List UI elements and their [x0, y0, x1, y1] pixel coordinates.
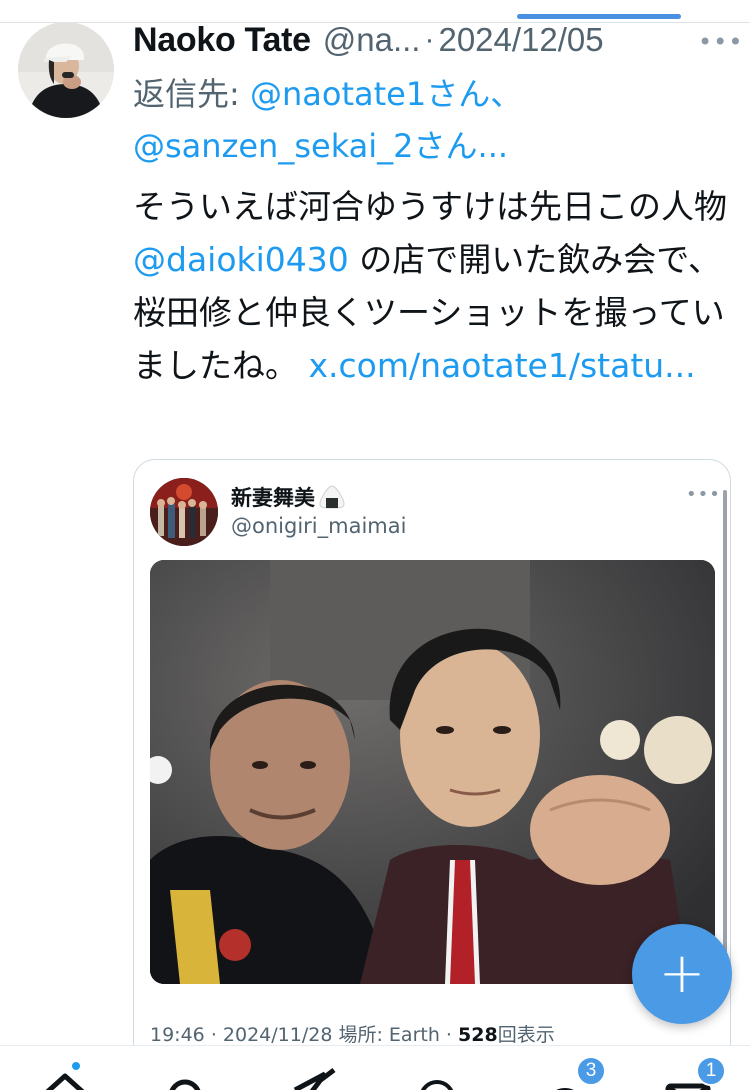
bottom-nav-bar: 3 1 [0, 1045, 750, 1090]
author-avatar[interactable] [18, 22, 114, 118]
messages-badge: 1 [696, 1056, 726, 1086]
tweet-link[interactable]: x.com/naotate1/statu... [309, 346, 696, 385]
quoted-author-avatar[interactable] [150, 478, 218, 546]
author-display-name[interactable]: Naoko Tate [133, 21, 311, 60]
quoted-photo[interactable] [150, 560, 715, 984]
tweet-mention[interactable]: @daioki0430 [133, 240, 349, 279]
location-value: Earth [388, 1024, 440, 1046]
quoted-time: 19:46 [150, 1024, 205, 1046]
view-count: 528 [458, 1024, 498, 1046]
nav-home[interactable] [40, 1060, 100, 1090]
home-dot [70, 1060, 82, 1072]
spaces-icon [420, 1080, 454, 1090]
more-dots-icon[interactable]: ••• [698, 28, 743, 56]
quoted-author-name: 新妻舞美 [231, 486, 315, 510]
quoted-more-dots-icon[interactable]: ••• [686, 484, 721, 505]
nav-grok[interactable] [290, 1064, 350, 1090]
tweet-text: そういえば河合ゆうすけは先日この人物 @daioki0430 の店で開いた飲み会… [133, 180, 733, 392]
scrollbar[interactable] [723, 490, 727, 990]
author-handle[interactable]: @na... [323, 21, 421, 59]
reply-mention-1[interactable]: @naotate1 [250, 75, 426, 113]
avatar-image [18, 22, 114, 118]
header-separator: · [424, 23, 435, 56]
location-label: 場所: [338, 1024, 383, 1046]
search-icon [169, 1079, 201, 1090]
onigiri-icon [319, 485, 345, 509]
home-icon [45, 1073, 85, 1090]
quoted-author-name-row[interactable]: 新妻舞美 [231, 482, 345, 512]
tweet-header: Naoko Tate @na... · 2024/12/05 [133, 18, 733, 62]
compose-plus-icon: + [658, 941, 706, 1006]
reply-suffix-2: さん... [413, 127, 509, 165]
views-label: 回表示 [497, 1024, 555, 1046]
reply-to-line: 返信先: @naotate1さん、 @sanzen_sekai_2さん... [133, 68, 733, 172]
tweet-text-part1: そういえば河合ゆうすけは先日この人物 [133, 187, 727, 226]
quoted-author-handle[interactable]: @onigiri_maimai [231, 514, 406, 538]
quoted-meta: 19:46 · 2024/11/28 場所: Earth · 528回表示 [150, 1020, 555, 1047]
meta-separator-1: · [210, 1024, 217, 1046]
reply-mention-2[interactable]: @sanzen_sekai_2 [133, 127, 414, 165]
quoted-avatar-image [150, 478, 218, 546]
reply-suffix-1: さん、 [426, 75, 523, 113]
nav-search[interactable] [160, 1064, 220, 1090]
reply-to-prefix: 返信先: [133, 75, 250, 113]
grok-icon [293, 1068, 336, 1090]
nav-spaces[interactable] [412, 1064, 472, 1090]
nav-notifications[interactable]: 3 [540, 1056, 606, 1090]
photo-image [150, 560, 715, 984]
quoted-date: 2024/11/28 [222, 1024, 333, 1046]
tweet-date[interactable]: 2024/12/05 [438, 21, 603, 59]
meta-separator-2: · [445, 1024, 452, 1046]
notifications-badge: 3 [576, 1056, 606, 1086]
nav-messages[interactable]: 1 [664, 1056, 726, 1090]
compose-button[interactable]: + [632, 924, 732, 1024]
